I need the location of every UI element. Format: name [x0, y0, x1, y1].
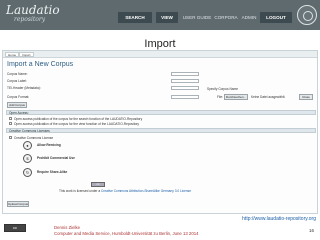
file-status: Keine Datei ausgewählt.: [251, 95, 286, 99]
logo-title: Laudatio: [6, 3, 60, 17]
open-access-section: Open Access:: [6, 110, 316, 115]
corpus-label-input[interactable]: [171, 79, 199, 83]
laudatio-logo[interactable]: Laudatio repository: [6, 3, 68, 27]
browse-button[interactable]: Durchsuchen...: [224, 94, 248, 100]
logo-tagline: repository: [14, 16, 46, 23]
nav-search-button[interactable]: SEARCH: [118, 12, 152, 23]
upload-corpus-button[interactable]: Upload Corpus: [7, 201, 29, 207]
prohibit-commercial-label: Prohibit Commercial Use: [37, 156, 75, 160]
slide-footer: cc Dennis Zielke Computer and Media Serv…: [0, 221, 320, 240]
header-bar: Laudatio repository SEARCH VIEW USER GUI…: [0, 0, 320, 30]
cc-by-icon: cc: [4, 224, 26, 232]
footer-affiliation: Computer and Media Service, Humboldt-Uni…: [54, 231, 199, 236]
tei-header-label: TEI-Header (Metadata):: [7, 86, 41, 90]
page-number: 16: [308, 228, 314, 233]
corpus-format-select[interactable]: [171, 95, 199, 99]
noncommercial-icon[interactable]: $: [23, 154, 32, 163]
sharealike-icon[interactable]: ↻: [23, 168, 32, 177]
form-heading: Import a New Corpus: [7, 61, 74, 68]
slide-title: Import: [144, 38, 176, 50]
breadcrumb-tabs: Home Import: [3, 51, 317, 58]
license-section: Creative Commons Licenses: [6, 128, 316, 133]
tei-header-input[interactable]: [171, 86, 199, 90]
open-access-view-label: Open access publication of the corpus fo…: [14, 122, 140, 126]
add-corpus-button[interactable]: Add Corpus: [7, 102, 27, 108]
corpus-name-input[interactable]: [171, 72, 199, 76]
footer-author: Dennis Zielke: [54, 225, 81, 230]
nav-admin-link[interactable]: ADMIN: [240, 12, 258, 23]
import-screen: Home Import Import a New Corpus Corpus N…: [2, 50, 318, 214]
nav-corpora-link[interactable]: CORPORA: [214, 12, 238, 23]
corpus-name-label: Corpus Name:: [7, 72, 28, 76]
nav-user-guide-link[interactable]: USER GUIDE: [182, 12, 212, 23]
tab-home[interactable]: Home: [5, 52, 20, 57]
license-first-label: Creative Commons License: [14, 136, 54, 140]
share-alike-label: Require Share-Alike: [37, 170, 68, 174]
university-seal-icon: [297, 5, 317, 25]
file-label: File:: [217, 95, 224, 99]
open-access-search-checkbox[interactable]: [9, 117, 12, 120]
tab-import[interactable]: Import: [19, 52, 34, 57]
corpus-label-label: Corpus Label:: [7, 79, 27, 83]
attribution-icon[interactable]: ●: [23, 141, 32, 150]
tei-header-hint: Specify Corpus Name: [207, 87, 239, 91]
license-checkbox[interactable]: [9, 136, 12, 139]
close-button[interactable]: Close: [299, 94, 313, 100]
nav-view-button[interactable]: VIEW: [156, 12, 178, 23]
license-note: This work is licensed under a Creative C…: [59, 189, 191, 193]
license-link[interactable]: Creative Commons Attribution-ShareAlike …: [101, 189, 191, 193]
open-access-search-label: Open access publication of the corpus fo…: [14, 117, 143, 121]
open-access-view-checkbox[interactable]: [9, 122, 12, 125]
nav-logout-button[interactable]: LOGOUT: [260, 12, 292, 23]
allow-remixing-label: Allow Remixing: [37, 143, 61, 147]
corpus-format-label: Corpus Format:: [7, 95, 30, 99]
cc-license-badge-icon: cc: [91, 182, 105, 187]
